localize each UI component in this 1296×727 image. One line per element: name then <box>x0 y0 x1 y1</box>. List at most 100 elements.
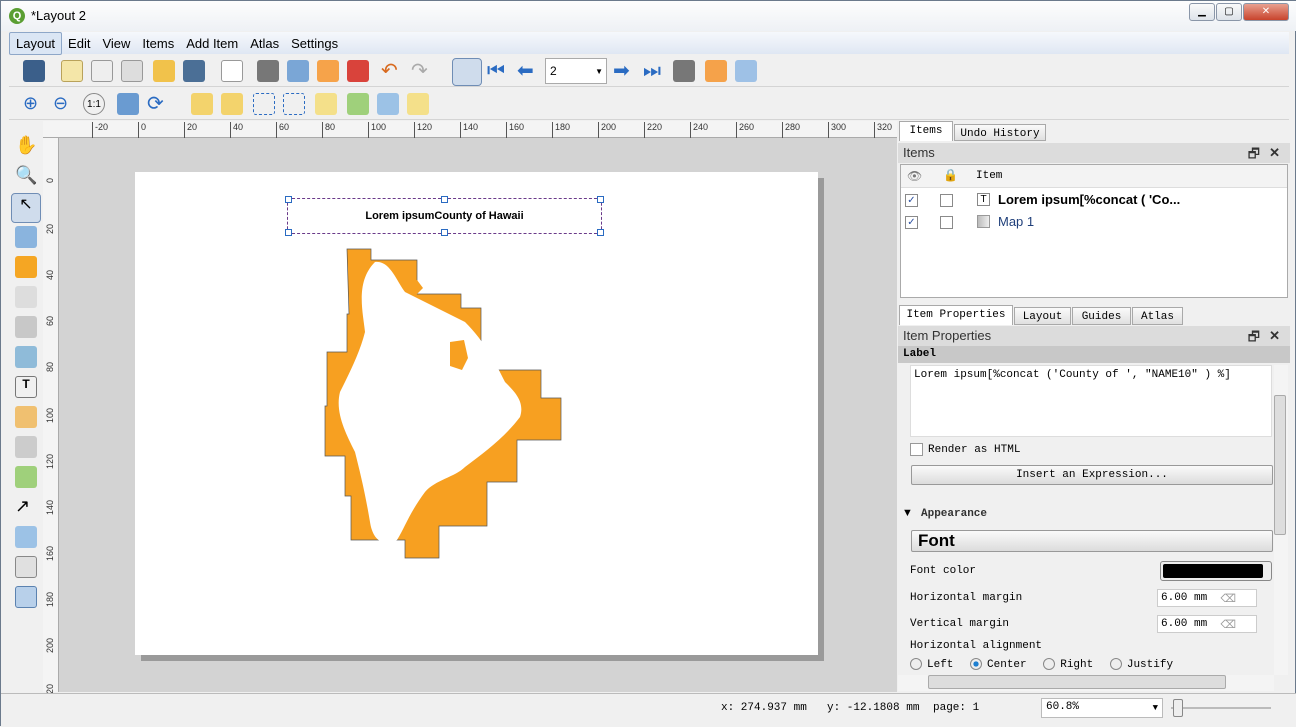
list-item[interactable]: ✓ Map 1 <box>901 211 1287 233</box>
print-icon[interactable] <box>257 60 279 82</box>
refresh-icon[interactable]: ⟳ <box>147 93 169 115</box>
align-left-radio[interactable]: Left <box>910 658 953 671</box>
close-icon[interactable]: ✕ <box>1269 145 1280 161</box>
print-atlas-icon[interactable] <box>673 60 695 82</box>
menu-add-item[interactable]: Add Item <box>180 33 244 54</box>
unlock-items-icon[interactable] <box>221 93 243 115</box>
open-folder-icon[interactable] <box>153 60 175 82</box>
minimize-button[interactable]: ▁ <box>1189 3 1215 21</box>
tab-layout[interactable]: Layout <box>1014 307 1071 325</box>
horizontal-scrollbar[interactable] <box>898 675 1274 691</box>
layout-canvas[interactable]: Lorem ipsumCounty of Hawaii <box>59 138 897 692</box>
maximize-button[interactable]: ▢ <box>1216 3 1242 21</box>
duplicate-layout-icon[interactable] <box>91 60 113 82</box>
tab-undo-history[interactable]: Undo History <box>954 124 1046 141</box>
export-pdf-icon[interactable] <box>347 60 369 82</box>
zoom-tool-icon[interactable]: 🔍 <box>15 165 37 187</box>
lock-items-icon[interactable] <box>191 93 213 115</box>
menu-layout[interactable]: Layout <box>9 32 63 55</box>
save-icon[interactable] <box>23 60 45 82</box>
export-image-icon[interactable] <box>287 60 309 82</box>
close-button[interactable]: ✕ <box>1243 3 1289 21</box>
tab-guides[interactable]: Guides <box>1072 307 1131 325</box>
menu-atlas[interactable]: Atlas <box>244 33 285 54</box>
save-template-icon[interactable] <box>183 60 205 82</box>
insert-expression-button[interactable]: Insert an Expression... <box>911 465 1273 485</box>
group-icon[interactable] <box>253 93 275 115</box>
align-justify-radio[interactable]: Justify <box>1109 658 1173 671</box>
zoom-in-icon[interactable]: ⊕ <box>23 93 45 115</box>
label-text-area[interactable]: Lorem ipsum[%concat ('County of ', "NAME… <box>910 365 1272 437</box>
ungroup-icon[interactable] <box>283 93 305 115</box>
label-item[interactable]: Lorem ipsumCounty of Hawaii <box>285 196 604 236</box>
add-map-icon[interactable] <box>15 316 37 338</box>
map-item[interactable] <box>315 242 625 572</box>
collapse-triangle-icon[interactable]: ▼ <box>902 507 913 519</box>
horizontal-margin-input[interactable]: 6.00 mm ⌫ <box>1157 589 1257 607</box>
add-page-icon[interactable] <box>15 286 37 308</box>
export-svg-icon[interactable] <box>317 60 339 82</box>
add-attribute-table-icon[interactable] <box>15 586 37 608</box>
edit-nodes-icon[interactable] <box>15 256 37 278</box>
add-scalebar-icon[interactable] <box>15 436 37 458</box>
zoom-actual-icon[interactable]: 1:1 <box>83 93 105 115</box>
menu-settings[interactable]: Settings <box>285 33 344 54</box>
resize-handle[interactable] <box>597 196 604 203</box>
tab-item-properties[interactable]: Item Properties <box>899 305 1013 325</box>
zoom-out-icon[interactable]: ⊖ <box>53 93 75 115</box>
menu-view[interactable]: View <box>96 33 136 54</box>
new-layout-icon[interactable] <box>61 60 83 82</box>
resize-handle[interactable] <box>441 229 448 236</box>
add-arrow-icon[interactable]: ↗ <box>15 496 37 518</box>
clear-icon[interactable]: ⌫ <box>1220 592 1236 606</box>
next-feature-icon[interactable]: ➡ <box>613 60 635 82</box>
resize-items-icon[interactable] <box>407 93 429 115</box>
redo-icon[interactable]: ↷ <box>411 60 433 82</box>
atlas-page-select[interactable]: 2 ▼ <box>545 58 607 84</box>
clear-icon[interactable]: ⌫ <box>1220 618 1236 632</box>
visible-checkbox[interactable]: ✓ <box>905 194 918 207</box>
list-item[interactable]: ✓ T Lorem ipsum[%concat ( 'Co... <box>901 189 1287 211</box>
raise-items-icon[interactable] <box>315 93 337 115</box>
add-label-icon[interactable]: T <box>15 376 37 398</box>
resize-handle[interactable] <box>441 196 448 203</box>
vertical-scrollbar[interactable] <box>1274 365 1288 675</box>
tab-items[interactable]: Items <box>899 121 953 141</box>
first-feature-icon[interactable]: ⏮ <box>487 60 509 82</box>
add-picture-icon[interactable] <box>15 346 37 368</box>
layout-manager-icon[interactable] <box>121 60 143 82</box>
undo-icon[interactable]: ↶ <box>381 60 403 82</box>
lock-checkbox[interactable] <box>940 194 953 207</box>
export-atlas-icon[interactable] <box>705 60 727 82</box>
resize-handle[interactable] <box>285 229 292 236</box>
zoom-slider-handle[interactable] <box>1173 699 1183 717</box>
visible-checkbox[interactable]: ✓ <box>905 216 918 229</box>
zoom-slider[interactable] <box>1171 699 1271 717</box>
menu-edit[interactable]: Edit <box>62 33 96 54</box>
select-move-icon[interactable]: ↖ <box>11 193 41 223</box>
pan-icon[interactable]: ✋ <box>15 135 37 157</box>
align-items-icon[interactable] <box>347 93 369 115</box>
move-content-icon[interactable] <box>15 226 37 248</box>
atlas-settings-icon[interactable] <box>735 60 757 82</box>
render-html-checkbox[interactable] <box>910 443 923 456</box>
distribute-items-icon[interactable] <box>377 93 399 115</box>
previous-feature-icon[interactable]: ⬅ <box>517 60 539 82</box>
last-feature-icon[interactable]: ⏭ <box>643 60 665 82</box>
zoom-full-icon[interactable] <box>117 93 139 115</box>
add-node-item-icon[interactable] <box>15 526 37 548</box>
add-shape-icon[interactable] <box>15 466 37 488</box>
scrollbar-thumb[interactable] <box>928 675 1226 689</box>
vertical-margin-input[interactable]: 6.00 mm ⌫ <box>1157 615 1257 633</box>
lock-checkbox[interactable] <box>940 216 953 229</box>
resize-handle[interactable] <box>597 229 604 236</box>
align-center-radio[interactable]: Center <box>970 658 1027 671</box>
add-legend-icon[interactable] <box>15 406 37 428</box>
font-button[interactable]: Font <box>911 530 1273 552</box>
add-pages-icon[interactable] <box>221 60 243 82</box>
align-right-radio[interactable]: Right <box>1043 658 1093 671</box>
tab-atlas[interactable]: Atlas <box>1132 307 1183 325</box>
font-color-button[interactable] <box>1160 561 1272 581</box>
zoom-select[interactable]: 60.8% ▼ <box>1041 698 1163 718</box>
scrollbar-thumb[interactable] <box>1274 395 1286 535</box>
